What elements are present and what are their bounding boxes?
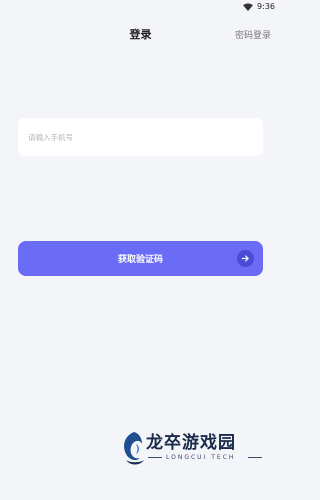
watermark: 龙卒游戏园 LONGCUI TECH xyxy=(120,424,270,474)
arrow-right-icon xyxy=(241,255,249,262)
status-time: 9:36 xyxy=(257,2,275,11)
password-login-link[interactable]: 密码登录 xyxy=(235,28,271,41)
get-code-button[interactable]: 获取验证码 xyxy=(18,241,263,276)
phone-field[interactable] xyxy=(18,118,263,156)
wifi-icon xyxy=(243,3,254,11)
login-screen: 9:36 登录 密码登录 获取验证码 龙卒游戏园 LONGCUI TECH xyxy=(0,0,281,500)
watermark-divider-right xyxy=(248,457,262,458)
status-icons: 9:36 xyxy=(243,2,275,12)
watermark-logo-icon xyxy=(124,432,144,465)
get-code-label: 获取验证码 xyxy=(117,255,163,265)
header: 登录 密码登录 xyxy=(0,20,281,50)
arrow-circle xyxy=(237,250,254,267)
watermark-name: 龙卒游戏园 xyxy=(146,433,236,453)
status-bar: 9:36 xyxy=(0,0,281,16)
watermark-subtitle: LONGCUI TECH xyxy=(166,454,236,461)
watermark-divider-left xyxy=(148,457,162,458)
phone-input[interactable] xyxy=(18,118,263,156)
